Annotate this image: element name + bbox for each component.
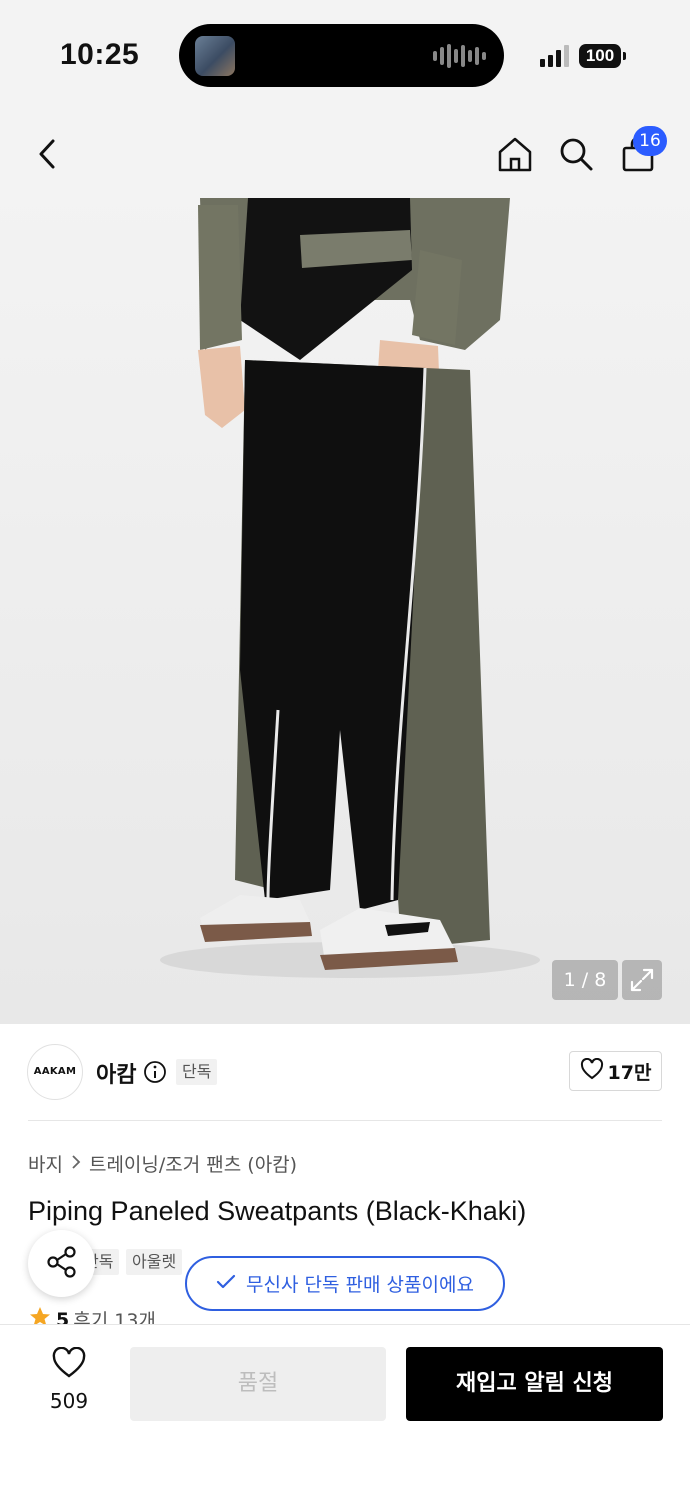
chevron-right-icon xyxy=(71,1153,81,1175)
expand-icon[interactable] xyxy=(622,960,662,1000)
heart-icon xyxy=(51,1346,87,1383)
audio-wave-icon xyxy=(433,42,486,70)
cart-count-badge: 16 xyxy=(633,126,667,156)
breadcrumb-category[interactable]: 바지 xyxy=(28,1150,63,1177)
now-playing-thumbnail xyxy=(195,36,235,76)
product-title: Piping Paneled Sweatpants (Black-Khaki) xyxy=(28,1196,527,1226)
brand-logo[interactable]: AAKAM xyxy=(27,1044,83,1100)
signal-icon xyxy=(540,45,569,67)
top-nav xyxy=(0,110,690,198)
status-time: 10:25 xyxy=(60,38,140,71)
brand-like-button[interactable]: 17만 xyxy=(569,1051,662,1091)
check-icon xyxy=(216,1273,236,1295)
product-image[interactable] xyxy=(0,110,690,1024)
soldout-button: 품절 xyxy=(130,1347,386,1421)
brand-name[interactable]: 아캄 xyxy=(96,1057,136,1089)
image-counter: 1 / 8 xyxy=(552,960,618,1000)
outlet-tag: 아울렛 xyxy=(126,1249,183,1275)
heart-icon xyxy=(580,1057,604,1085)
restock-alert-button[interactable]: 재입고 알림 신청 xyxy=(406,1347,663,1421)
wishlist-count: 509 xyxy=(49,1389,89,1413)
breadcrumb: 바지 트레이닝/조거 팬츠 (아캄) xyxy=(28,1150,297,1177)
product-photo xyxy=(0,110,690,1024)
exclusive-toast: 무신사 단독 판매 상품이에요 xyxy=(185,1256,505,1311)
wishlist-button[interactable]: 509 xyxy=(40,1346,98,1413)
breadcrumb-subcategory[interactable]: 트레이닝/조거 팬츠 (아캄) xyxy=(89,1150,297,1177)
divider xyxy=(28,1120,662,1121)
home-icon[interactable] xyxy=(489,128,541,180)
back-icon[interactable] xyxy=(22,128,74,180)
status-bar: 10:25 100 xyxy=(0,0,690,110)
bottom-action-bar: 509 품절 재입고 알림 신청 xyxy=(0,1324,690,1500)
search-icon[interactable] xyxy=(550,128,602,180)
battery-indicator: 100 xyxy=(579,44,626,68)
brand-exclusive-tag: 단독 xyxy=(176,1059,218,1085)
share-icon xyxy=(45,1245,79,1283)
dynamic-island[interactable] xyxy=(179,24,504,87)
toast-text: 무신사 단독 판매 상품이에요 xyxy=(246,1274,474,1296)
share-button[interactable] xyxy=(28,1230,95,1297)
brand-like-count: 17만 xyxy=(607,1061,652,1084)
info-icon[interactable] xyxy=(143,1060,167,1088)
